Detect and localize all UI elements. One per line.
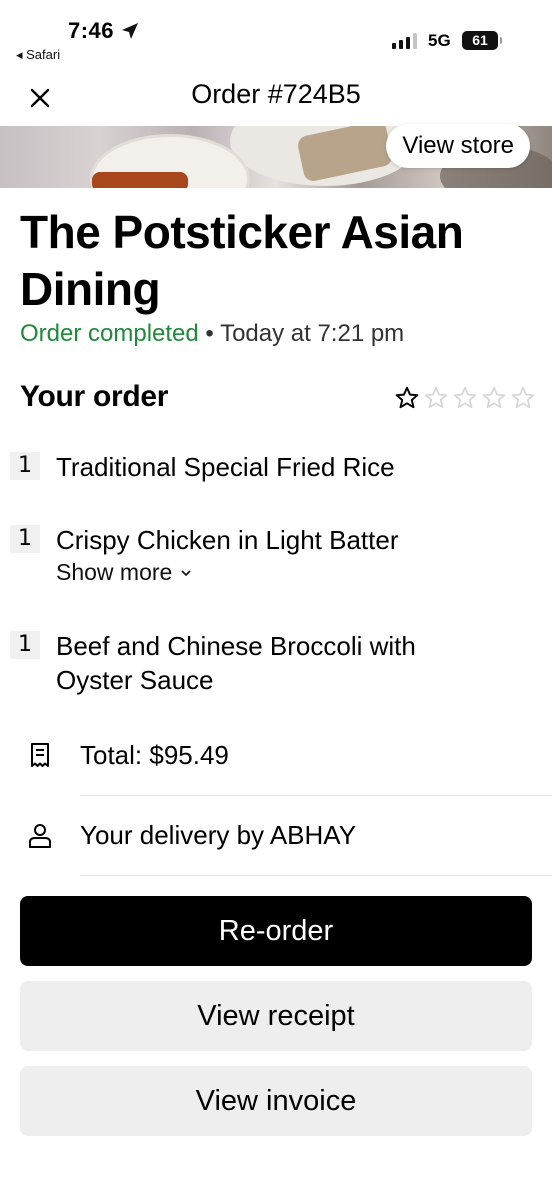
item-name: Traditional Special Fried Rice <box>56 452 395 482</box>
item-quantity: 1 <box>10 525 40 553</box>
delivery-person: Your delivery by ABHAY <box>80 820 357 850</box>
status-separator: • <box>198 320 221 347</box>
item-name: Beef and Chinese Broccoli with Oyster Sa… <box>56 631 416 695</box>
network-type: 5G <box>428 31 451 50</box>
show-more-button[interactable]: Show more <box>56 559 192 586</box>
order-status: Order completed <box>20 320 199 347</box>
star-icon-4[interactable] <box>481 385 507 411</box>
star-icon-3[interactable] <box>452 385 478 411</box>
item-name: Crispy Chicken in Light Batter <box>56 525 399 555</box>
item-quantity: 1 <box>10 631 40 659</box>
show-more-label: Show more <box>56 559 173 585</box>
total-row: Total: $95.49 <box>0 716 552 796</box>
item-quantity: 1 <box>10 452 40 480</box>
cellular-signal-icon <box>392 33 417 49</box>
view-invoice-button[interactable]: View invoice <box>20 1066 532 1136</box>
receipt-icon <box>31 743 49 767</box>
status-bar: 7:46 ◂ Safari 5G 61 <box>0 0 552 66</box>
close-icon <box>30 88 50 108</box>
page-title: Order #724B5 <box>191 79 361 109</box>
divider <box>80 875 552 876</box>
your-order-heading: Your order <box>20 380 169 413</box>
star-icon-1[interactable] <box>394 385 420 411</box>
view-receipt-button[interactable]: View receipt <box>20 981 532 1051</box>
back-to-safari-link[interactable]: ◂ Safari <box>16 47 60 63</box>
person-icon <box>29 824 51 848</box>
order-time: Today at 7:21 pm <box>220 320 405 347</box>
reorder-button[interactable]: Re-order <box>20 896 532 966</box>
view-store-button[interactable]: View store <box>386 124 530 168</box>
location-arrow-icon <box>122 23 138 39</box>
status-time: 7:46 <box>68 18 115 43</box>
battery-icon: 61 <box>462 31 502 50</box>
star-icon-5[interactable] <box>510 385 536 411</box>
close-button[interactable] <box>22 80 58 116</box>
store-name: The Potsticker Asian Dining <box>20 206 464 315</box>
rating-stars[interactable] <box>394 385 536 411</box>
star-icon-2[interactable] <box>423 385 449 411</box>
delivery-row: Your delivery by ABHAY <box>0 796 552 876</box>
chevron-down-icon <box>181 569 191 576</box>
order-total: Total: $95.49 <box>80 740 229 770</box>
order-status-line: Order completed • Today at 7:21 pm <box>20 320 404 348</box>
